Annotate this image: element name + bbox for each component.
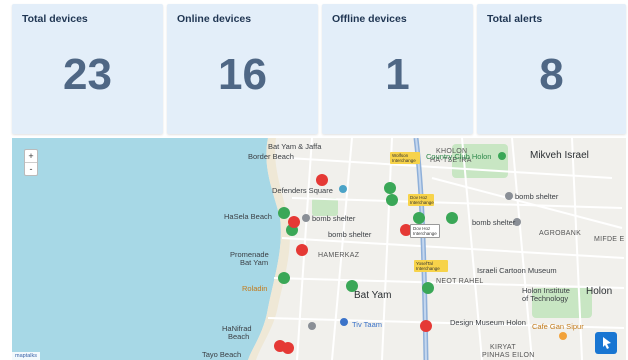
map-label: Tayo Beach <box>202 350 242 359</box>
map-label: Mikveh Israel <box>530 150 589 161</box>
map-label: Bat Yam <box>240 258 269 267</box>
stat-card-total-devices: Total devices 23 <box>12 4 163 134</box>
map-label: Country Club Holon <box>426 152 492 161</box>
map-attribution[interactable]: maptalks <box>12 352 41 360</box>
interchange-sign: YosefTal Interchange <box>414 260 448 272</box>
map-label: bomb shelter <box>312 214 356 223</box>
map-label: of Technology <box>522 294 569 303</box>
map-label: MIFDE E <box>594 236 625 243</box>
map-label: NEOT RAHEL <box>436 278 484 285</box>
stat-card-total-alerts: Total alerts 8 <box>477 4 626 134</box>
map-label: bomb shelter <box>472 218 516 227</box>
map-label: Holon <box>586 286 613 297</box>
map-label: Israeli Cartoon Museum <box>477 266 557 275</box>
stat-value: 23 <box>63 50 112 99</box>
map-label: AGROBANK <box>539 230 582 237</box>
interchange-sign: Wolfson Interchange <box>390 152 420 164</box>
map-label: Beach <box>228 332 250 341</box>
zoom-out-button[interactable]: - <box>25 162 37 175</box>
device-map[interactable]: + - Bat Yam & Jaffa Border Beach Defende… <box>12 138 626 360</box>
stat-value: 1 <box>385 50 410 99</box>
stat-card-online-devices: Online devices 16 <box>167 4 318 134</box>
map-label: HAMERKAZ <box>318 252 360 259</box>
select-tool-button[interactable] <box>595 332 617 354</box>
map-label: bomb shelter <box>328 230 372 239</box>
stat-label: Total devices <box>22 13 88 25</box>
map-label: Bat Yam <box>354 290 392 301</box>
map-label: Cafe Gan Sipur <box>532 322 584 331</box>
stat-card-offline-devices: Offline devices 1 <box>322 4 473 134</box>
map-label: KIRYAT <box>490 344 516 351</box>
stat-value: 16 <box>218 50 267 99</box>
stat-label: Total alerts <box>487 13 543 25</box>
map-label: PINHAS EILON <box>482 352 535 359</box>
zoom-in-button[interactable]: + <box>25 150 37 162</box>
stat-label: Offline devices <box>332 13 407 25</box>
stat-label: Online devices <box>177 13 252 25</box>
map-label: Roladin <box>242 284 268 293</box>
map-label: Bat Yam & Jaffa <box>268 142 322 151</box>
map-label: Defenders Square <box>272 186 333 195</box>
map-label: Border Beach <box>248 152 294 161</box>
zoom-control: + - <box>24 149 38 176</box>
cursor-arrow-icon <box>603 337 611 349</box>
interchange-sign: Dov Hoz Interchange <box>408 194 434 206</box>
stat-value: 8 <box>539 50 564 99</box>
interchange-sign: Dov Hoz Interchange <box>410 224 440 238</box>
map-label: bomb shelter <box>515 192 559 201</box>
stats-cards: Total devices 23 Online devices 16 Offli… <box>12 4 626 134</box>
map-label: HaSela Beach <box>224 212 272 221</box>
map-label: Design Museum Holon <box>450 318 526 327</box>
map-label: Tiv Taam <box>352 320 383 329</box>
